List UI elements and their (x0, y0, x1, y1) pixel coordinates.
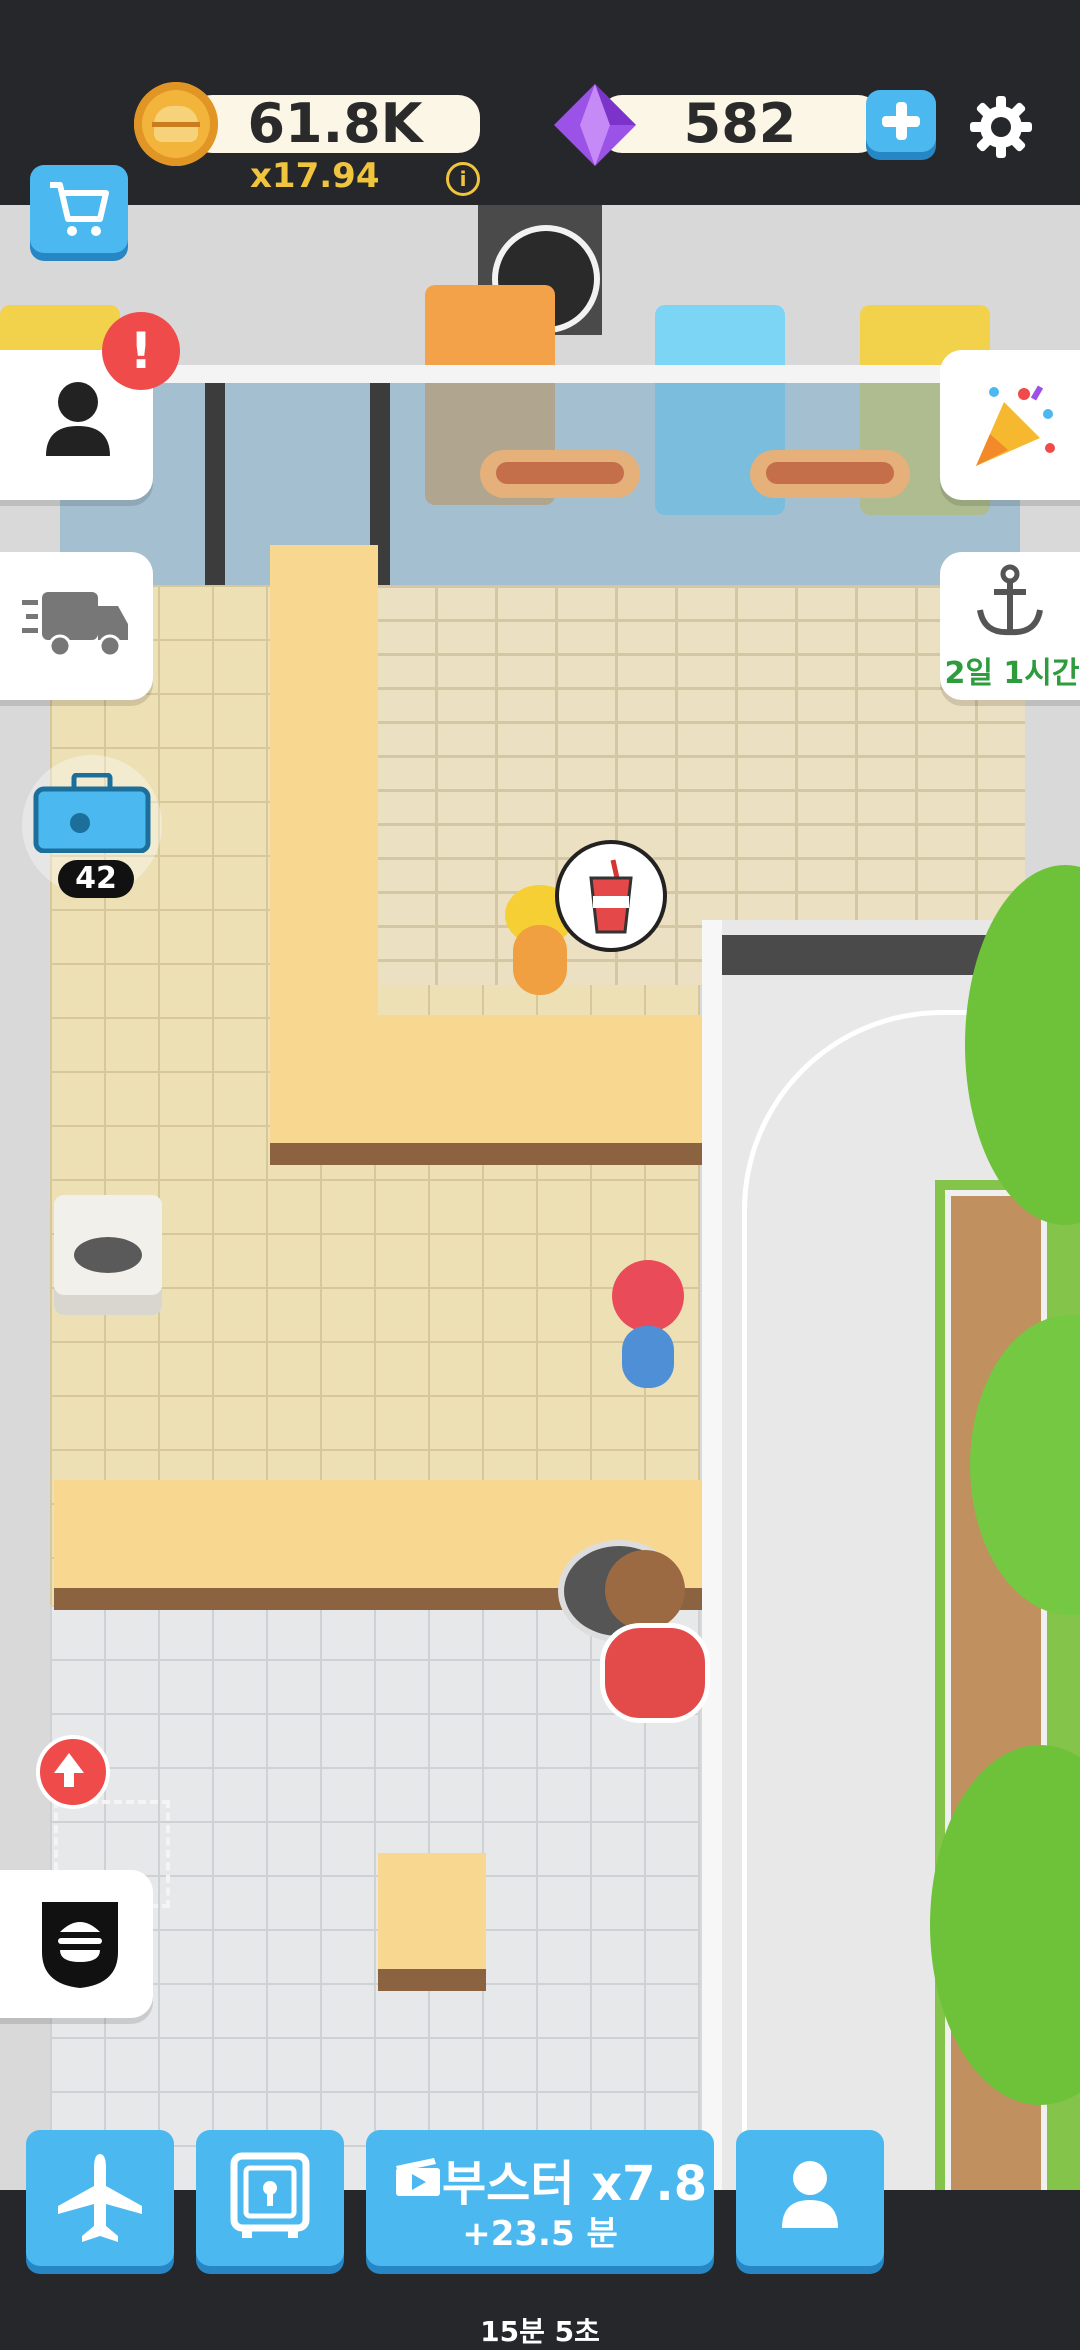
appliance (54, 1195, 162, 1315)
toolbox-icon (33, 773, 151, 853)
shop-cart-button[interactable] (30, 165, 128, 253)
event-button[interactable] (940, 350, 1080, 500)
hotdog-item-2 (750, 450, 910, 498)
customer-character (612, 1260, 684, 1390)
coin-multiplier: x17.94 (250, 156, 380, 196)
airplane-icon (58, 2154, 142, 2242)
gem-counter: 582 (600, 95, 880, 153)
small-table (378, 1853, 486, 1991)
service-counter-horizontal (270, 1015, 702, 1165)
harbor-button[interactable]: 2일 1시간 (940, 552, 1080, 700)
cart-icon (50, 182, 109, 236)
gear-icon[interactable] (968, 94, 1034, 160)
player-character (600, 1545, 710, 1723)
toolbox-button[interactable]: 42 (22, 755, 162, 905)
bottom-timer: 15분 5초 (480, 2315, 600, 2348)
vault-icon (230, 2152, 310, 2238)
coin-icon (134, 82, 218, 166)
booster-button[interactable]: 부스터 x7.8 +23.5 분 (366, 2130, 714, 2266)
booster-label: 부스터 x7.8 (442, 2156, 708, 2212)
gem-amount: 582 (683, 92, 797, 155)
gem-icon (554, 84, 636, 166)
video-ad-icon (396, 2158, 440, 2196)
travel-button[interactable] (26, 2130, 174, 2266)
person-icon (46, 382, 110, 456)
anchor-icon (977, 564, 1043, 636)
game-world (0, 205, 1080, 2205)
info-icon[interactable]: i (446, 162, 480, 196)
upgrade-arrow-icon[interactable] (36, 1735, 110, 1809)
coin-amount: 61.8K (247, 92, 423, 155)
vault-button[interactable] (196, 2130, 344, 2266)
drink-cup-icon (589, 859, 633, 934)
hotdog-item (480, 450, 640, 498)
add-gems-button[interactable] (866, 90, 936, 152)
coin-counter: 61.8K (190, 95, 480, 153)
harbor-timer: 2일 1시간 (944, 656, 1080, 691)
profile-icon (782, 2161, 838, 2228)
party-popper-icon (976, 385, 1055, 466)
booster-time: +23.5 분 (462, 2214, 618, 2254)
profile-button[interactable] (736, 2130, 884, 2266)
burger-badge-icon (42, 1902, 118, 1988)
chest-count: 42 (58, 860, 134, 898)
alert-badge: ! (102, 312, 180, 390)
burger-badge-button[interactable] (0, 1870, 153, 2018)
delivery-truck-icon (22, 592, 128, 658)
order-bubble (555, 840, 667, 952)
top-bar: 61.8K x17.94 i 582 (0, 0, 1080, 205)
delivery-button[interactable] (0, 552, 153, 700)
